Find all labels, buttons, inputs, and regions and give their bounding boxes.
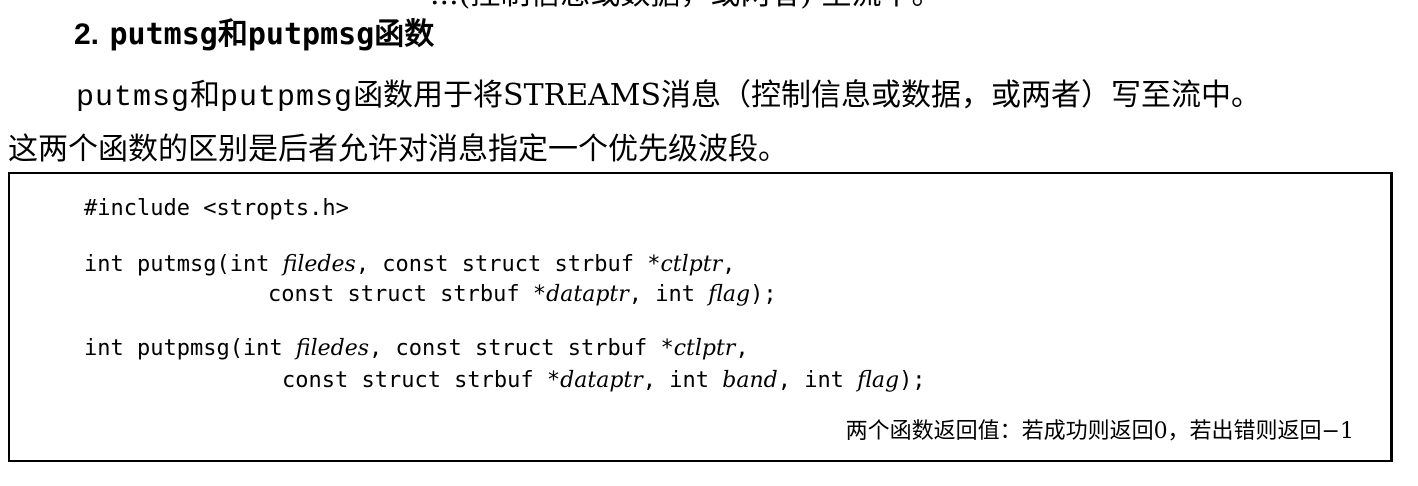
param-ctlptr: ctlptr [660,252,723,277]
code-text: , const struct strbuf * [355,252,661,277]
return-value-note: 两个函数返回值：若成功则返回0，若出错则返回−1 [845,419,1354,444]
paragraph-code-putpmsg: putpmsg [220,81,354,115]
param-filedes: filedes [295,336,370,361]
code-text: int putpmsg(int [84,336,296,361]
cut-off-text-line: ...(控制信息或数据，或两者) 至流中。 [430,0,942,10]
param-flag: flag [708,282,751,307]
putmsg-prototype-line-2: const struct strbuf *dataptr, int flag); [268,282,777,308]
putmsg-prototype-line-1: int putmsg(int filedes, const struct str… [84,252,735,278]
code-text: , const struct strbuf * [369,336,674,361]
putpmsg-prototype-line-2: const struct strbuf *dataptr, int band, … [282,368,926,394]
paragraph-and: 和 [190,78,221,113]
code-text: , [722,252,736,277]
paragraph-line-1-text: 函数用于将STREAMS消息（控制信息或数据，或两者）写至流中。 [353,78,1262,113]
putpmsg-prototype-line-1: int putpmsg(int filedes, const struct st… [84,336,749,362]
param-band: band [722,368,778,393]
code-text: , int [777,368,858,393]
synopsis-box: #include <stropts.h> int putmsg(int file… [8,172,1393,462]
param-flag: flag [857,368,900,393]
section-title-suffix: 函数 [374,17,435,52]
param-filedes: filedes [282,252,356,277]
paragraph-line-1: putmsg和putpmsg函数用于将STREAMS消息（控制信息或数据，或两者… [8,70,1410,124]
param-dataptr: dataptr [560,368,643,393]
paragraph-code-putmsg: putmsg [76,81,191,115]
section-number: 2. [74,18,100,51]
code-text: int putmsg(int [84,252,283,277]
code-text: , [735,336,749,361]
code-text: const struct strbuf * [282,368,561,393]
include-line: #include <stropts.h> [84,196,349,221]
code-text: , int [628,282,709,307]
description-paragraph: putmsg和putpmsg函数用于将STREAMS消息（控制信息或数据，或两者… [8,70,1410,176]
paragraph-line-2: 这两个函数的区别是后者允许对消息指定一个优先级波段。 [8,132,788,167]
section-title-code: putmsg [109,17,218,52]
param-ctlptr: ctlptr [673,336,736,361]
code-text: const struct strbuf * [268,282,547,307]
section-title-code2: putpmsg [247,17,375,52]
code-text: ); [750,282,777,307]
code-text: , int [642,368,723,393]
code-text: ); [899,368,926,393]
section-title-and: 和 [217,17,248,52]
param-dataptr: dataptr [546,282,629,307]
section-heading: 2. putmsg和putpmsg函数 [74,17,434,53]
